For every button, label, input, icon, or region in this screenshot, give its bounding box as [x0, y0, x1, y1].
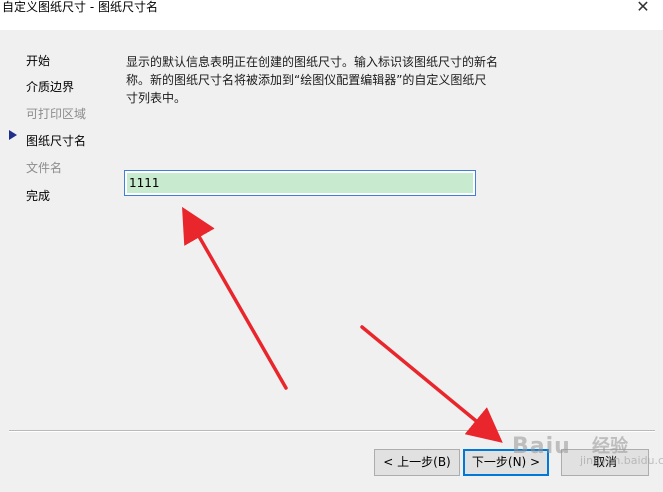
- current-step-pointer-icon: [9, 130, 17, 140]
- paper-size-name-input[interactable]: [127, 173, 473, 193]
- paper-size-name-field[interactable]: [124, 170, 476, 196]
- arrow-to-name-input: [182, 206, 288, 390]
- nav-step-media-bounds[interactable]: 介质边界: [26, 80, 74, 94]
- button-separator: [9, 430, 655, 432]
- nav-step-finish[interactable]: 完成: [26, 189, 50, 203]
- window-title: 自定义图纸尺寸 - 图纸尺寸名: [2, 0, 158, 14]
- nav-step-file-name: 文件名: [26, 161, 63, 175]
- custom-paper-size-dialog: 自定义图纸尺寸 - 图纸尺寸名 ✕ 开始 介质边界 可打印区域 图纸尺寸名 文件…: [0, 0, 663, 492]
- nav-step-start[interactable]: 开始: [26, 54, 50, 68]
- close-icon[interactable]: ✕: [633, 0, 653, 16]
- back-button[interactable]: < 上一步(B): [374, 449, 460, 476]
- nav-step-paper-size-name[interactable]: 图纸尺寸名: [26, 134, 86, 148]
- nav-step-printable-area: 可打印区域: [26, 107, 87, 121]
- next-button[interactable]: 下一步(N) >: [463, 449, 549, 476]
- cancel-button[interactable]: 取消: [561, 449, 649, 476]
- step-description: 显示的默认信息表明正在创建的图纸尺寸。输入标识该图纸尺寸的新名称。新的图纸尺寸名…: [126, 55, 499, 105]
- arrow-to-next-button: [360, 325, 503, 443]
- title-bar: 自定义图纸尺寸 - 图纸尺寸名 ✕: [0, 0, 663, 30]
